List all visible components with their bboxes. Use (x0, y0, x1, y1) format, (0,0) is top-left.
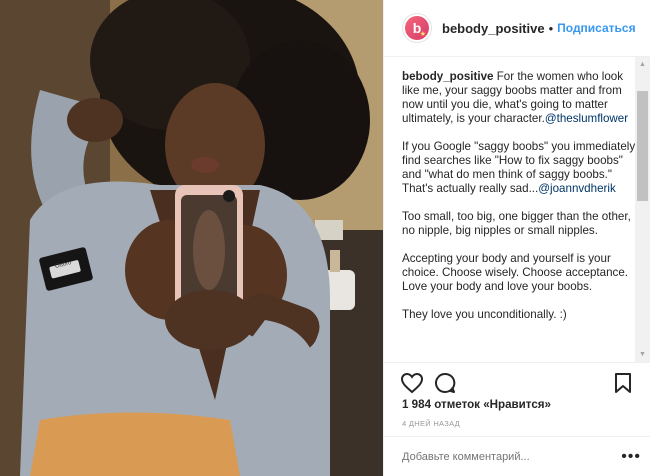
caption-paragraph: They love you unconditionally. :) (402, 308, 636, 322)
caption-text: Too small, too big, one bigger than the … (402, 210, 631, 237)
post-time[interactable]: 4 ДНЕЙ НАЗАД (402, 419, 460, 428)
avatar[interactable]: b ★ (402, 13, 432, 43)
comment-input[interactable] (402, 450, 622, 463)
selfie-illustration (0, 0, 383, 476)
bookmark-icon[interactable] (611, 371, 635, 395)
caption-paragraph: If you Google "saggy boobs" you immediat… (402, 140, 636, 196)
star-icon: ★ (419, 31, 426, 38)
caption-username[interactable]: bebody_positive (402, 70, 493, 83)
follow-button[interactable]: Подписаться (557, 21, 635, 35)
separator-dot: • (548, 20, 554, 36)
mention-link[interactable]: @theslumflower (545, 112, 628, 125)
comment-bar: ••• (384, 436, 650, 476)
avatar-logo-icon: b ★ (405, 16, 429, 40)
post-side-panel: b ★ bebody_positive • Подписаться bebody… (383, 0, 650, 476)
scroll-down-icon[interactable]: ▼ (635, 347, 650, 362)
caption-scrollbar[interactable]: ▲ ▼ (635, 57, 650, 362)
header-username[interactable]: bebody_positive (442, 21, 545, 36)
scroll-up-icon[interactable]: ▲ (635, 57, 650, 72)
caption-paragraph: bebody_positive For the women who look l… (402, 70, 636, 126)
post-header: b ★ bebody_positive • Подписаться (384, 0, 650, 57)
comment-icon[interactable] (433, 371, 457, 395)
more-options-icon[interactable]: ••• (621, 448, 641, 466)
caption-text: Accepting your body and yourself is your… (402, 252, 628, 293)
mention-link[interactable]: @joannvdherik (538, 182, 616, 195)
scroll-thumb[interactable] (637, 91, 648, 201)
caption: bebody_positive For the women who look l… (402, 70, 636, 358)
action-bar (384, 362, 650, 402)
likes-count[interactable]: 1 984 отметок «Нравится» (402, 398, 551, 411)
caption-paragraph: Accepting your body and yourself is your… (402, 252, 636, 294)
heart-icon[interactable] (400, 371, 424, 395)
caption-text: They love you unconditionally. :) (402, 308, 567, 321)
caption-paragraph: Too small, too big, one bigger than the … (402, 210, 636, 238)
post-photo[interactable]: Ottoro (0, 0, 383, 476)
